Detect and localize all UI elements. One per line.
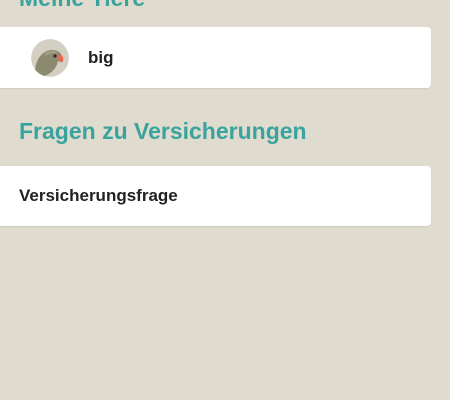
pets-section-title: Meine Tiere <box>19 0 145 12</box>
insurance-question-label: Versicherungsfrage <box>19 186 178 205</box>
pet-card[interactable]: big <box>0 27 431 88</box>
parrot-icon <box>31 38 69 77</box>
insurance-question-item[interactable]: Versicherungsfrage <box>0 166 431 226</box>
questions-section-title: Fragen zu Versicherungen <box>19 118 307 144</box>
pet-name: big <box>88 47 114 67</box>
